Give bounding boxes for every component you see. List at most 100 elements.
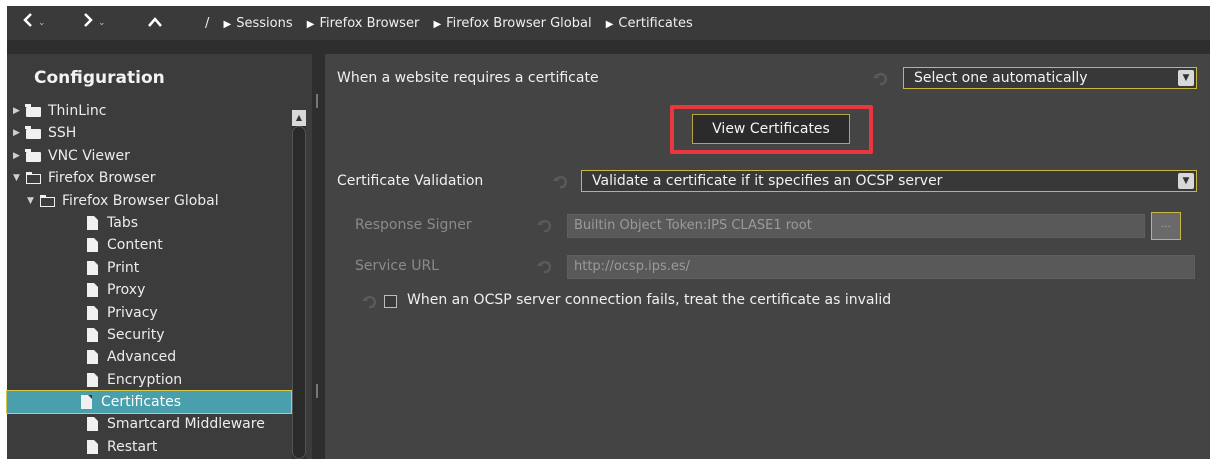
tree-item-label: Firefox Browser Global <box>62 192 219 209</box>
document-icon <box>87 417 98 432</box>
ocsp-fail-checkbox[interactable] <box>384 295 397 308</box>
chevron-down-icon[interactable]: ⌄ <box>98 18 106 28</box>
document-icon <box>87 372 98 387</box>
expand-arrow-right-icon[interactable]: ▶ <box>13 100 20 122</box>
tree-item-privacy[interactable]: Privacy <box>13 302 293 324</box>
breadcrumb: / ▶ Sessions ▶ Firefox Browser ▶ Firefox Br… <box>205 15 703 33</box>
service-url-field: http://ocsp.ips.es/ <box>567 255 1195 279</box>
triangle-right-icon: ▶ <box>306 19 315 30</box>
document-icon <box>87 283 98 298</box>
breadcrumb-item-certificates[interactable]: ▶ Certificates <box>606 15 693 34</box>
tree-item-label: ThinLinc <box>48 103 107 119</box>
tree-item-proxy[interactable]: Proxy <box>13 279 293 301</box>
expand-arrow-down-icon[interactable]: ▼ <box>13 167 20 189</box>
dropdown-arrow-icon: ▼ <box>1178 70 1194 86</box>
expand-arrow-down-icon[interactable]: ▼ <box>27 190 34 212</box>
tree-item-firefox-browser-global[interactable]: ▼ Firefox Browser Global <box>13 190 293 212</box>
reset-icon <box>537 219 551 233</box>
tree-item-security[interactable]: Security <box>13 324 293 346</box>
scrollbar-thumb[interactable] <box>292 126 306 459</box>
app-window: ⌄ ⌄ / ▶ Sessions ▶ Firefox Browser ▶ Firefo… <box>0 0 1213 459</box>
folder-icon <box>25 104 41 117</box>
tree-item-label: Certificates <box>101 394 182 411</box>
tree-item-label: Print <box>107 259 140 276</box>
tree-item-encryption[interactable]: Encryption <box>13 369 293 391</box>
forward-button[interactable]: ⌄ <box>82 11 106 35</box>
response-signer-field: Builtin Object Token:IPS CLASE1 root <box>567 214 1145 238</box>
cert-validation-label: Certificate Validation <box>337 173 484 189</box>
document-icon <box>87 439 98 454</box>
folder-icon <box>40 194 55 207</box>
tree-item-label: SSH <box>48 125 77 142</box>
configuration-tree: ▶ ThinLinc ▶ SSH ▶ VNC Viewer ▼ Firefox Browser… <box>6 100 293 458</box>
pane-splitter[interactable] <box>312 54 324 459</box>
tree-item-label: Firefox Browser <box>48 170 156 187</box>
tree-item-print[interactable]: Print <box>13 257 293 279</box>
chevron-right-icon <box>82 11 94 35</box>
tree-item-firefox-browser[interactable]: ▼ Firefox Browser <box>13 167 293 189</box>
folder-icon <box>26 172 41 185</box>
browse-button: ... <box>1151 212 1181 240</box>
tree-item-tabs[interactable]: Tabs <box>13 212 293 234</box>
triangle-right-icon: ▶ <box>223 19 232 30</box>
breadcrumb-item-firefox-browser-global[interactable]: ▶ Firefox Browser Global <box>433 15 591 34</box>
reset-icon[interactable] <box>873 72 887 86</box>
tree-item-thinlinc[interactable]: ▶ ThinLinc <box>13 100 293 122</box>
tree-item-label: Tabs <box>107 214 138 231</box>
tree-item-label: VNC Viewer <box>48 147 130 164</box>
sidebar-title: Configuration <box>34 68 165 88</box>
expand-arrow-right-icon[interactable]: ▶ <box>13 145 20 167</box>
reset-icon[interactable] <box>362 295 376 309</box>
back-button[interactable]: ⌄ <box>22 11 46 35</box>
tree-item-advanced[interactable]: Advanced <box>13 346 293 368</box>
cert-request-select[interactable]: Select one automatically ▼ <box>903 67 1197 89</box>
main-area: Configuration ▶ ThinLinc ▶ SSH ▶ VNC Viewer ▼ F… <box>6 40 1210 459</box>
triangle-right-icon: ▶ <box>433 19 442 30</box>
tree-item-label: Advanced <box>107 349 177 366</box>
navigation-bar: ⌄ ⌄ / ▶ Sessions ▶ Firefox Browser ▶ Firefo… <box>7 6 1210 42</box>
tree-item-content[interactable]: Content <box>13 234 293 256</box>
tree-item-label: Content <box>107 237 163 254</box>
chevron-left-icon <box>22 11 34 35</box>
dropdown-arrow-icon: ▼ <box>1178 173 1194 189</box>
sidebar: Configuration ▶ ThinLinc ▶ SSH ▶ VNC Viewer ▼ F… <box>6 54 312 459</box>
breadcrumb-item-firefox-browser[interactable]: ▶ Firefox Browser <box>307 15 420 34</box>
splitter-grip <box>316 94 318 108</box>
document-icon <box>87 215 98 230</box>
cert-request-label: When a website requires a certificate <box>337 70 599 86</box>
document-icon <box>87 305 98 320</box>
document-icon <box>87 327 98 342</box>
tree-item-certificates[interactable]: Certificates <box>6 390 292 415</box>
tree-item-ssh[interactable]: ▶ SSH <box>13 122 293 144</box>
reset-icon[interactable] <box>553 175 567 189</box>
tree-item-label: Restart <box>107 438 158 455</box>
tree-item-restart[interactable]: Restart <box>13 436 293 458</box>
tree-item-smartcard-middleware[interactable]: Smartcard Middleware <box>13 413 293 435</box>
breadcrumb-root[interactable]: / <box>205 15 209 33</box>
document-icon <box>87 350 98 365</box>
tree-item-label: Security <box>107 326 165 343</box>
response-signer-label: Response Signer <box>355 217 472 233</box>
tree-item-vnc-viewer[interactable]: ▶ VNC Viewer <box>13 145 293 167</box>
splitter-grip <box>316 384 318 398</box>
triangle-right-icon: ▶ <box>605 19 614 30</box>
document-icon <box>87 260 98 275</box>
folder-icon <box>25 148 41 162</box>
document-icon <box>81 395 92 410</box>
reset-icon <box>537 260 551 274</box>
tree-item-label: Privacy <box>107 304 158 321</box>
settings-panel: When a website requires a certificate Se… <box>325 54 1210 459</box>
document-icon <box>87 238 98 253</box>
up-button[interactable] <box>147 11 163 35</box>
ocsp-fail-label[interactable]: When an OCSP server connection fails, tr… <box>407 292 891 308</box>
highlight-box <box>670 105 873 154</box>
cert-validation-select[interactable]: Validate a certificate if it specifies a… <box>581 170 1197 192</box>
expand-arrow-right-icon[interactable]: ▶ <box>13 122 20 144</box>
chevron-down-icon[interactable]: ⌄ <box>38 18 46 28</box>
tree-item-label: Encryption <box>107 371 183 388</box>
breadcrumb-item-sessions[interactable]: ▶ Sessions <box>224 15 293 34</box>
tree-item-label: Proxy <box>107 282 146 299</box>
tree-item-label: Smartcard Middleware <box>107 416 265 433</box>
scroll-up-arrow-icon[interactable]: ▲ <box>292 110 306 126</box>
folder-icon <box>25 126 41 140</box>
